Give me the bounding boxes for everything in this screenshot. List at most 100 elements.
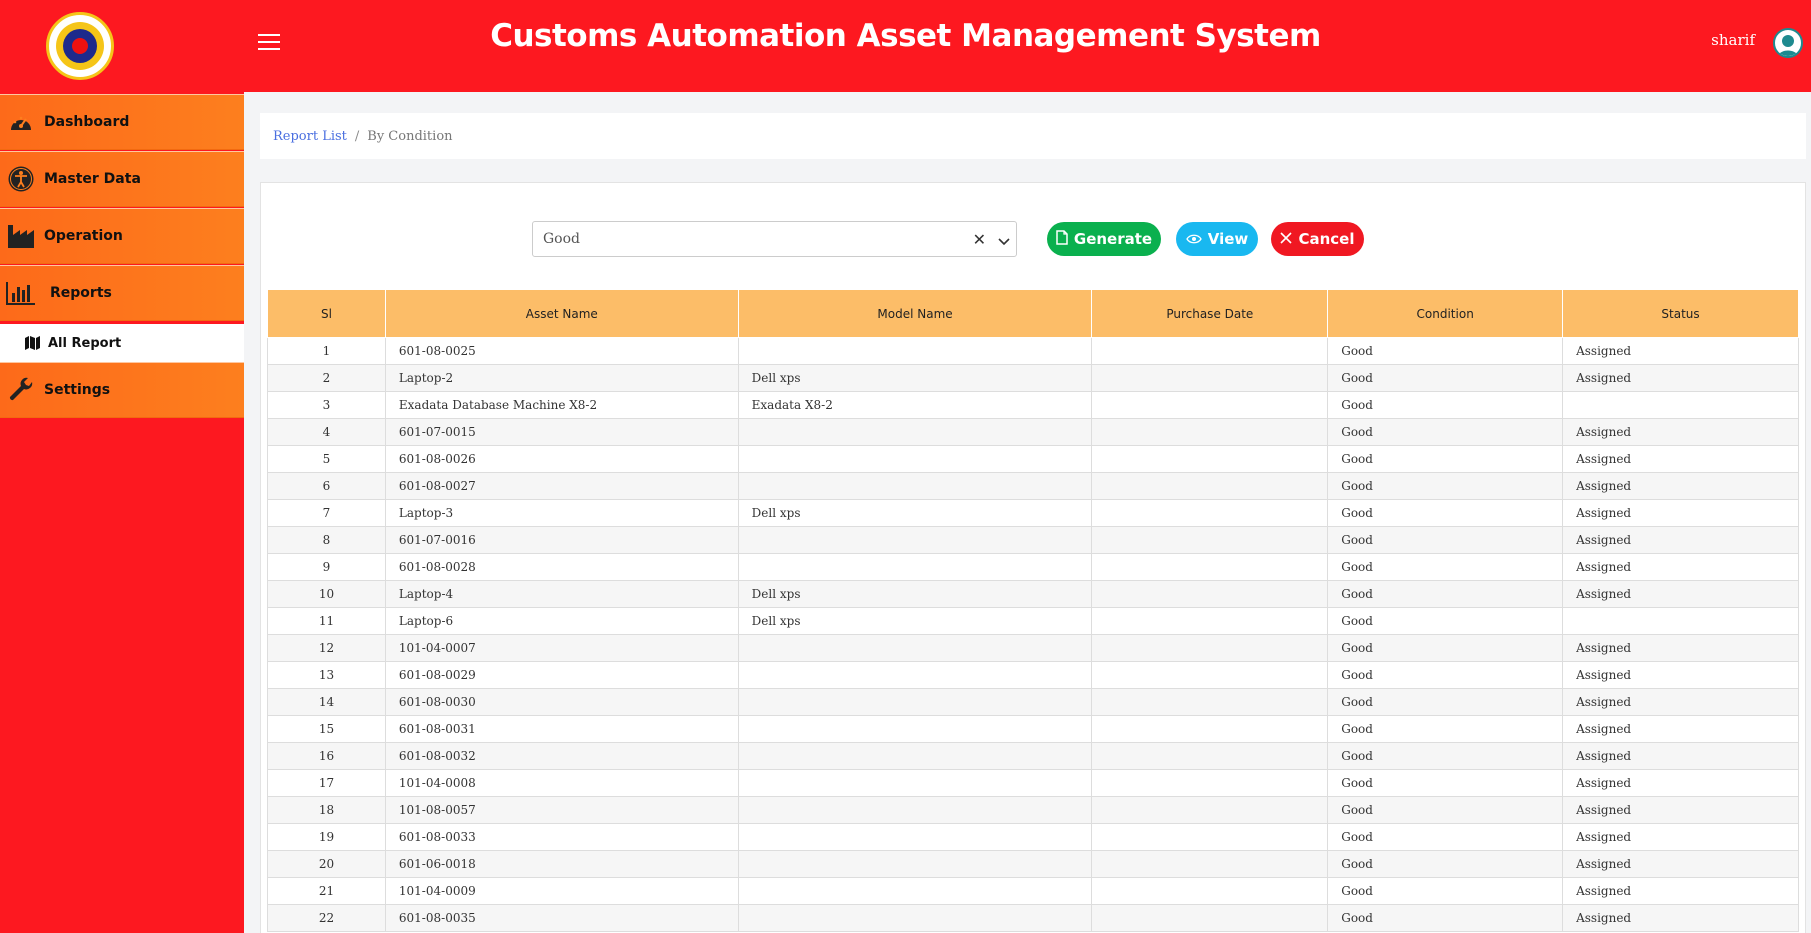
clear-selection-icon[interactable]: ✕ [973, 230, 986, 249]
sidebar-item-reports[interactable]: Reports [0, 265, 244, 321]
cell-purchase-date [1091, 418, 1329, 446]
cell-sl: 15 [267, 715, 386, 743]
table-row[interactable]: 17 101-04-0008 Good Assigned [267, 769, 1799, 797]
cell-sl: 5 [267, 445, 386, 473]
table-row[interactable]: 1 601-08-0025 Good Assigned [267, 337, 1799, 365]
cell-status: Assigned [1562, 472, 1799, 500]
close-icon [1280, 230, 1293, 248]
sidebar-item-label: Reports [50, 285, 112, 301]
cell-condition: Good [1327, 391, 1564, 419]
cell-status: Assigned [1562, 823, 1799, 851]
sidebar-item-master-data[interactable]: Master Data [0, 151, 244, 207]
cell-model-name [737, 904, 1093, 932]
cell-asset-name: 101-04-0007 [384, 634, 739, 662]
table-row[interactable]: 2 Laptop-2 Dell xps Good Assigned [267, 364, 1799, 392]
cell-purchase-date [1091, 904, 1329, 932]
breadcrumb-separator: / [354, 128, 360, 144]
cell-sl: 4 [267, 418, 386, 446]
table-row[interactable]: 12 101-04-0007 Good Assigned [267, 634, 1799, 662]
cell-sl: 17 [267, 769, 386, 797]
table-row[interactable]: 9 601-08-0028 Good Assigned [267, 553, 1799, 581]
sidebar-item-label: Operation [44, 228, 123, 244]
cell-sl: 18 [267, 796, 386, 824]
cell-status: Assigned [1562, 742, 1799, 770]
cell-condition: Good [1327, 634, 1564, 662]
breadcrumb-link-report-list[interactable]: Report List [273, 129, 347, 144]
table-row[interactable]: 18 101-08-0057 Good Assigned [267, 796, 1799, 824]
sidebar-item-operation[interactable]: Operation [0, 208, 244, 264]
cell-asset-name: Exadata Database Machine X8-2 [384, 391, 739, 419]
table-row[interactable]: 6 601-08-0027 Good Assigned [267, 472, 1799, 500]
view-button[interactable]: View [1176, 222, 1258, 256]
username-label[interactable]: sharif [1711, 31, 1755, 49]
column-header-sl[interactable]: Sl [267, 289, 386, 338]
cell-purchase-date [1091, 661, 1329, 689]
cell-purchase-date [1091, 364, 1329, 392]
factory-icon [6, 221, 36, 251]
cell-purchase-date [1091, 580, 1329, 608]
generate-button[interactable]: Generate [1047, 222, 1161, 256]
table-row[interactable]: 19 601-08-0033 Good Assigned [267, 823, 1799, 851]
table-body: 1 601-08-0025 Good Assigned 2 Laptop-2 Dell xp… [267, 337, 1799, 932]
cell-status: Assigned [1562, 688, 1799, 716]
cell-purchase-date [1091, 769, 1329, 797]
cell-model-name [737, 688, 1093, 716]
cell-status: Assigned [1562, 769, 1799, 797]
cell-purchase-date [1091, 391, 1329, 419]
cell-purchase-date [1091, 742, 1329, 770]
map-icon [25, 336, 40, 350]
cell-condition: Good [1327, 526, 1564, 554]
column-header-asset-name[interactable]: Asset Name [384, 289, 739, 338]
cell-model-name [737, 661, 1093, 689]
table-row[interactable]: 8 601-07-0016 Good Assigned [267, 526, 1799, 554]
cell-status: Assigned [1562, 445, 1799, 473]
table-row[interactable]: 20 601-06-0018 Good Assigned [267, 850, 1799, 878]
table-row[interactable]: 14 601-08-0030 Good Assigned [267, 688, 1799, 716]
table-row[interactable]: 21 101-04-0009 Good Assigned [267, 877, 1799, 905]
cell-sl: 11 [267, 607, 386, 635]
table-row[interactable]: 3 Exadata Database Machine X8-2 Exadata X8… [267, 391, 1799, 419]
cell-status: Assigned [1562, 850, 1799, 878]
cell-asset-name: 601-08-0030 [384, 688, 739, 716]
table-row[interactable]: 13 601-08-0029 Good Assigned [267, 661, 1799, 689]
table-row[interactable]: 16 601-08-0032 Good Assigned [267, 742, 1799, 770]
cell-purchase-date [1091, 634, 1329, 662]
column-header-status[interactable]: Status [1562, 289, 1799, 338]
table-row[interactable]: 11 Laptop-6 Dell xps Good [267, 607, 1799, 635]
cell-purchase-date [1091, 823, 1329, 851]
cell-condition: Good [1327, 877, 1564, 905]
sidebar-item-dashboard[interactable]: Dashboard [0, 94, 244, 150]
sidebar-item-label: Master Data [44, 171, 141, 187]
table-row[interactable]: 5 601-08-0026 Good Assigned [267, 445, 1799, 473]
table-row[interactable]: 10 Laptop-4 Dell xps Good Assigned [267, 580, 1799, 608]
cell-model-name [737, 850, 1093, 878]
cell-asset-name: 601-08-0026 [384, 445, 739, 473]
cell-condition: Good [1327, 337, 1564, 365]
sidebar-subitem-all-report[interactable]: All Report [0, 324, 244, 362]
cell-model-name: Dell xps [737, 607, 1093, 635]
column-header-model-name[interactable]: Model Name [737, 289, 1093, 338]
cell-purchase-date [1091, 445, 1329, 473]
cell-sl: 13 [267, 661, 386, 689]
table-row[interactable]: 15 601-08-0031 Good Assigned [267, 715, 1799, 743]
table-row[interactable]: 22 601-08-0035 Good Assigned [267, 904, 1799, 932]
condition-select[interactable]: Good ✕ [532, 221, 1017, 257]
sidebar-item-settings[interactable]: Settings [0, 362, 244, 418]
column-header-purchase-date[interactable]: Purchase Date [1091, 289, 1329, 338]
chevron-down-icon[interactable] [998, 234, 1010, 246]
table-row[interactable]: 4 601-07-0015 Good Assigned [267, 418, 1799, 446]
view-button-label: View [1207, 230, 1249, 248]
user-avatar-icon[interactable] [1773, 28, 1803, 58]
column-header-condition[interactable]: Condition [1327, 289, 1564, 338]
cell-status: Assigned [1562, 634, 1799, 662]
cell-model-name [737, 526, 1093, 554]
cell-model-name [737, 769, 1093, 797]
cancel-button[interactable]: Cancel [1271, 222, 1364, 256]
table-row[interactable]: 7 Laptop-3 Dell xps Good Assigned [267, 499, 1799, 527]
wrench-icon [6, 375, 36, 405]
cell-purchase-date [1091, 472, 1329, 500]
cell-purchase-date [1091, 337, 1329, 365]
cell-status [1562, 607, 1799, 635]
cell-sl: 19 [267, 823, 386, 851]
cell-model-name [737, 796, 1093, 824]
